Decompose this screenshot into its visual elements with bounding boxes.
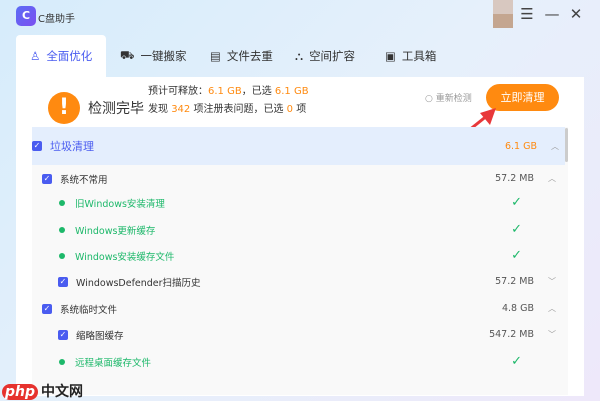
list-item[interactable]: Windows更新缓存 ✓ [32, 216, 562, 243]
warning-icon: ! [48, 92, 80, 124]
item-size: 57.2 MB [495, 173, 534, 184]
minimize-button[interactable]: — [542, 5, 562, 23]
item-label: Windows安装缓存文件 [75, 251, 175, 263]
tab-3[interactable]: ⛬ 空间扩容 [281, 35, 369, 77]
rocket-icon: ♙ [30, 49, 41, 63]
item-label: 远程桌面缓存文件 [75, 357, 152, 369]
selected-size: 6.1 GB [274, 86, 309, 97]
chevron-up-icon[interactable]: ︿ [548, 173, 556, 184]
check-icon: ✓ [511, 222, 522, 237]
expand-icon: ⛬ [295, 48, 304, 63]
found-count: 342 [171, 104, 191, 115]
tab-4[interactable]: ▣ 工具箱 [371, 35, 450, 77]
list-item[interactable]: ✓ WindowsDefender扫描历史 57.2 MB ﹀ [32, 268, 562, 295]
checkbox[interactable]: ✓ [58, 329, 68, 340]
registry-label: 项注册表问题，已选 [193, 104, 284, 115]
redetect-button[interactable]: ○ 重新检测 [425, 91, 472, 104]
tab-0[interactable]: ♙ 全面优化 [16, 35, 107, 77]
scrollbar[interactable] [565, 128, 568, 162]
list-item[interactable]: ✓ 系统临时文件 4.8 GB ︿ [32, 295, 562, 322]
item-label: 旧Windows安装清理 [75, 198, 165, 210]
release-label: 预计可释放： [148, 86, 208, 97]
redetect-label: 重新检测 [435, 94, 472, 104]
file-icon: ▤ [210, 49, 221, 63]
refresh-icon: ○ [425, 94, 436, 104]
app-logo: C [16, 6, 36, 26]
selected-label: ，已选 [241, 86, 272, 97]
status-dot-icon [59, 199, 65, 206]
list-item[interactable]: ✓ 垃圾清理 6.1 GB ︿ [32, 127, 565, 165]
chevron-down-icon[interactable]: ﹀ [548, 276, 556, 287]
check-icon: ✓ [511, 354, 522, 369]
item-size: 6.1 GB [504, 140, 537, 152]
check-icon: ✓ [511, 248, 522, 263]
cleanup-list: ✓ 垃圾清理 6.1 GB ︿ ✓ 系统不常用 57.2 MB ︿ 旧Windows安装清理 ✓ W… [32, 127, 568, 395]
registry-selected: 0 [286, 104, 294, 115]
item-label: Windows更新缓存 [75, 225, 156, 237]
tab-label: 工具箱 [401, 49, 437, 63]
avatar[interactable] [493, 0, 513, 28]
close-button[interactable]: ✕ [566, 5, 586, 23]
checkbox[interactable]: ✓ [42, 173, 52, 184]
chevron-up-icon[interactable]: ︿ [548, 303, 556, 314]
tab-label: 文件去重 [226, 49, 273, 63]
item-label: WindowsDefender扫描历史 [76, 277, 201, 289]
tab-label: 一键搬家 [140, 49, 187, 63]
item-label: 系统不常用 [60, 174, 108, 186]
list-item[interactable]: 旧Windows安装清理 ✓ [32, 189, 562, 216]
watermark: php 中文网 [2, 381, 86, 401]
status-dot-icon [59, 358, 65, 365]
tab-2[interactable]: ▤ 文件去重 [196, 35, 287, 77]
tab-1[interactable]: ⛟ 一键搬家 [106, 35, 200, 77]
list-item[interactable]: Windows安装缓存文件 ✓ [32, 242, 562, 269]
found-label: 发现 [148, 104, 168, 115]
tab-label: 空间扩容 [309, 49, 356, 63]
menu-button[interactable]: ☰ [517, 5, 537, 23]
list-item[interactable]: ✓ 系统不常用 57.2 MB ︿ [32, 165, 562, 192]
registry-info: 发现 342 项注册表问题，已选 0 项 [148, 100, 306, 115]
status-dot-icon [59, 252, 65, 259]
item-size: 57.2 MB [495, 276, 534, 287]
tab-label: 全面优化 [46, 49, 93, 63]
checkbox[interactable]: ✓ [32, 141, 42, 151]
scan-status: 检测完毕 [88, 101, 144, 117]
checkbox[interactable]: ✓ [58, 276, 68, 287]
list-item[interactable]: 远程桌面缓存文件 ✓ [32, 348, 562, 375]
unit-label: 项 [296, 104, 307, 115]
check-icon: ✓ [511, 195, 522, 210]
status-dot-icon [59, 226, 65, 233]
chevron-up-icon[interactable]: ︿ [551, 141, 559, 152]
watermark-text: 中文网 [41, 384, 84, 400]
toolbox-icon: ▣ [385, 49, 396, 63]
item-label: 系统临时文件 [60, 304, 118, 316]
chevron-down-icon[interactable]: ﹀ [548, 329, 556, 340]
release-size: 6.1 GB [208, 86, 242, 97]
truck-icon: ⛟ [120, 48, 135, 62]
item-size: 547.2 MB [489, 329, 534, 340]
list-item[interactable]: ✓ 缩略图缓存 547.2 MB ﹀ [32, 321, 562, 348]
item-size: 4.8 GB [501, 303, 534, 314]
item-label: 缩略图缓存 [76, 330, 124, 342]
watermark-php: php [2, 384, 39, 400]
release-info: 预计可释放：6.1 GB，已选 6.1 GB [148, 82, 309, 97]
checkbox[interactable]: ✓ [42, 303, 52, 314]
app-title: C盘助手 [38, 14, 75, 25]
item-label: 垃圾清理 [50, 140, 94, 153]
